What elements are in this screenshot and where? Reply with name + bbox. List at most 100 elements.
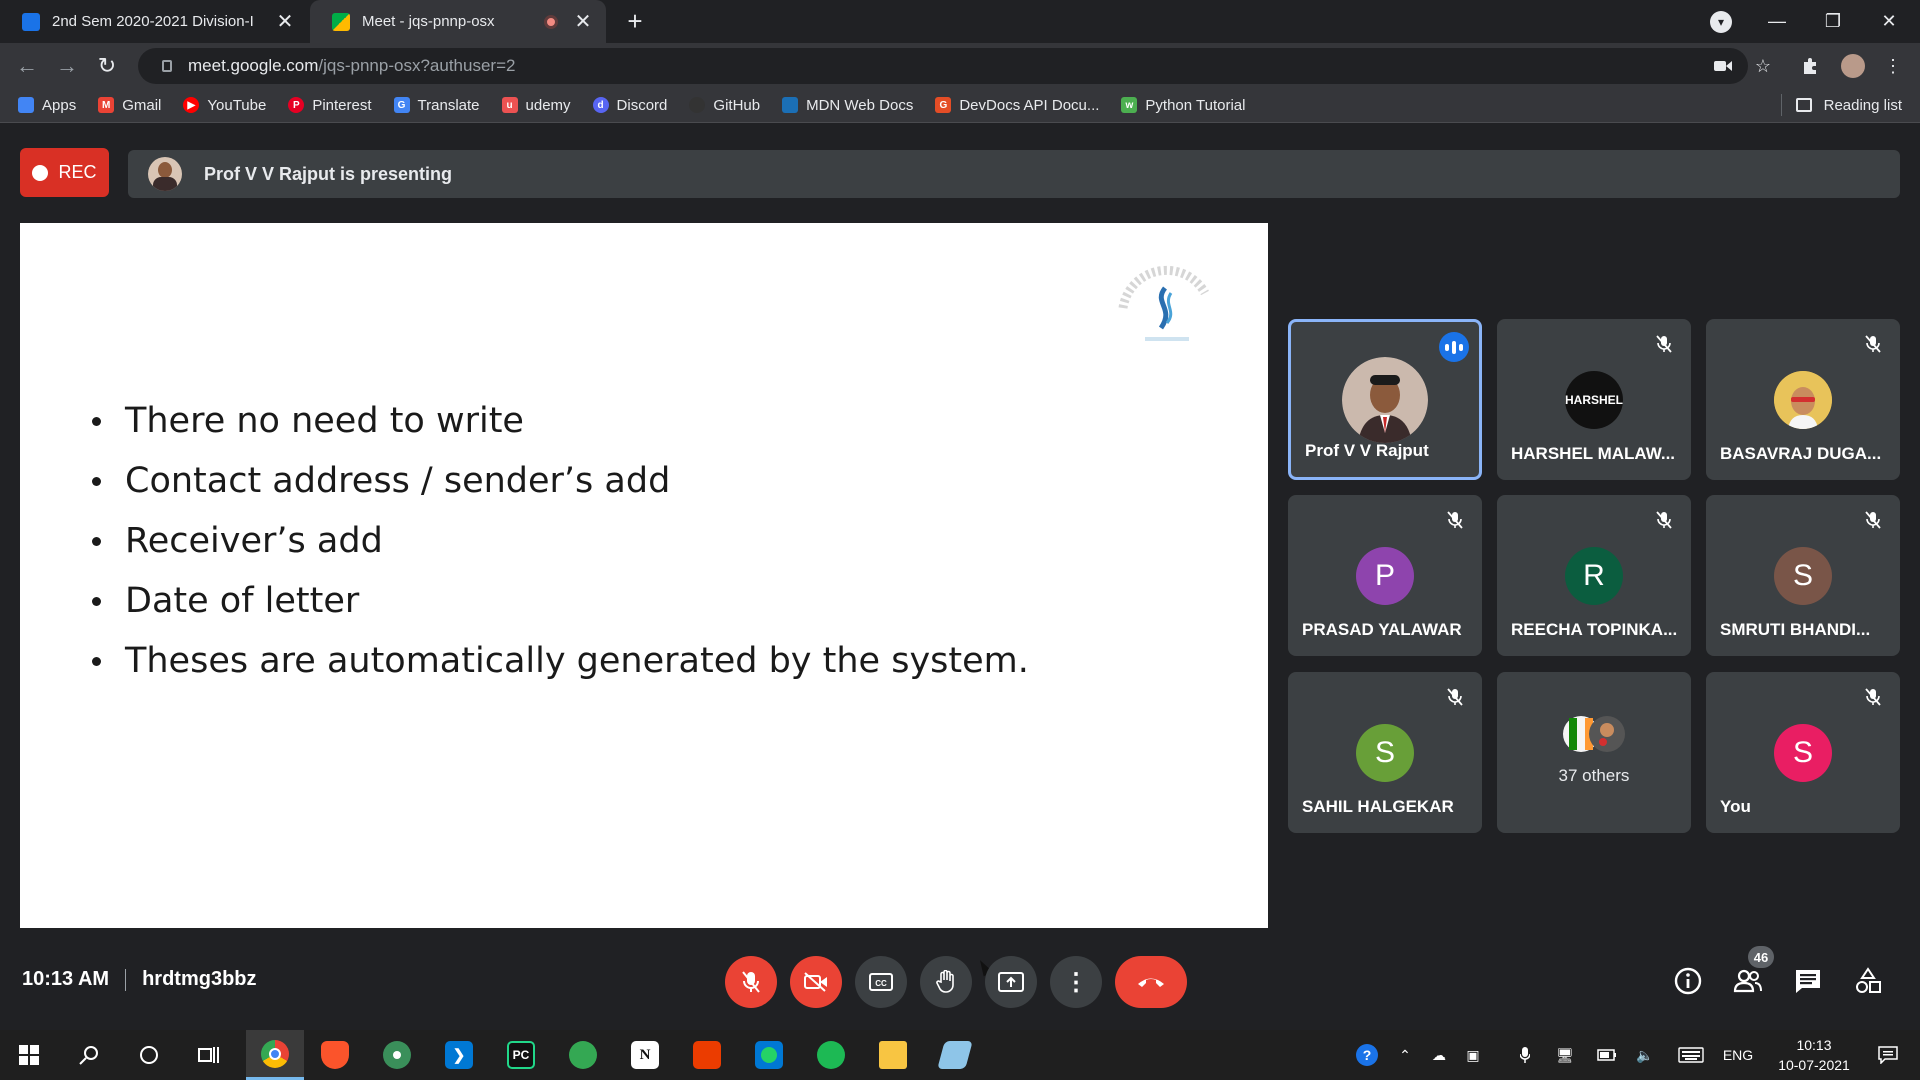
- taskbar-app-whatsapp[interactable]: [740, 1030, 798, 1080]
- close-window-icon[interactable]: ✕: [1862, 0, 1916, 43]
- meeting-info: 10:13 AM hrdtmg3bbz: [22, 968, 257, 991]
- address-bar[interactable]: meet.google.com/jqs-pnnp-osx?authuser=2: [138, 48, 1748, 84]
- minimize-icon[interactable]: —: [1750, 0, 1804, 43]
- participant-tile[interactable]: R REECHA TOPINKA...: [1497, 495, 1691, 656]
- tab-search-icon[interactable]: ▾: [1710, 11, 1732, 33]
- close-tab-icon[interactable]: ✕: [572, 9, 594, 34]
- taskbar-app-file-explorer[interactable]: [864, 1030, 922, 1080]
- task-view-button[interactable]: [180, 1030, 238, 1080]
- closed-captions-icon: CC: [869, 973, 893, 991]
- bookmark-star-icon[interactable]: ☆: [1750, 53, 1776, 79]
- taskbar-app-chrome[interactable]: [246, 1030, 304, 1080]
- more-options-button[interactable]: ⋮: [1050, 956, 1102, 1008]
- taskbar-app-atom[interactable]: [368, 1030, 426, 1080]
- reload-icon[interactable]: ↻: [92, 51, 122, 81]
- security-tray-icon[interactable]: ▣: [1458, 1030, 1488, 1080]
- url-path: /jqs-pnnp-osx?authuser=2: [318, 56, 516, 75]
- recording-indicator-icon: [544, 14, 558, 29]
- gmail-icon: M: [98, 97, 115, 113]
- bookmark-label: MDN Web Docs: [806, 96, 914, 114]
- more-vert-icon: ⋮: [1064, 968, 1088, 996]
- taskbar-app-pycharm[interactable]: PC: [492, 1030, 550, 1080]
- bookmark-label: udemy: [525, 96, 571, 114]
- bookmark-mdn[interactable]: MDN Web Docs: [782, 97, 913, 114]
- notifications-icon[interactable]: [1866, 1030, 1910, 1080]
- participant-tile[interactable]: S SAHIL HALGEKAR: [1288, 672, 1482, 833]
- participant-tile[interactable]: BASAVRAJ DUGA...: [1706, 319, 1900, 480]
- volume-icon[interactable]: 🔈: [1630, 1030, 1660, 1080]
- taskbar-app-spotify[interactable]: [802, 1030, 860, 1080]
- cortana-button[interactable]: [120, 1030, 178, 1080]
- bookmark-pinterest[interactable]: P Pinterest: [288, 97, 372, 114]
- participant-tile[interactable]: P PRASAD YALAWAR: [1288, 495, 1482, 656]
- speaking-indicator-icon: [1439, 332, 1469, 362]
- participant-avatar: S: [1774, 724, 1832, 782]
- people-icon: [1733, 969, 1762, 993]
- presentation-slide: There no need to write Contact address /…: [20, 223, 1268, 977]
- browser-tab-classroom[interactable]: 2nd Sem 2020-2021 Division-I ✕: [0, 0, 308, 43]
- leave-call-button[interactable]: [1115, 956, 1187, 1008]
- raise-hand-button[interactable]: [920, 956, 972, 1008]
- back-icon[interactable]: ←: [12, 51, 42, 81]
- participant-avatar: [1342, 357, 1428, 443]
- new-tab-button[interactable]: +: [620, 6, 650, 37]
- whatsapp-icon: [755, 1041, 783, 1069]
- network-icon[interactable]: 🖥: [1550, 1030, 1580, 1080]
- mic-toggle-button[interactable]: [725, 956, 777, 1008]
- onedrive-icon[interactable]: ☁: [1424, 1030, 1454, 1080]
- url-host: meet.google.com: [188, 56, 319, 75]
- windows-logo-icon: [19, 1045, 39, 1065]
- browser-tab-meet[interactable]: Meet - jqs-pnnp-osx ✕: [310, 0, 606, 43]
- help-tray-icon[interactable]: ?: [1352, 1030, 1382, 1080]
- captions-button[interactable]: CC: [855, 956, 907, 1008]
- taskbar-app-other[interactable]: [926, 1030, 984, 1080]
- show-hidden-icons-icon[interactable]: ⌃: [1392, 1030, 1418, 1080]
- taskbar-app-notion[interactable]: N: [616, 1030, 674, 1080]
- participant-tile-you[interactable]: S You: [1706, 672, 1900, 833]
- extensions-icon[interactable]: [1797, 53, 1823, 79]
- forward-icon[interactable]: →: [52, 51, 82, 81]
- profile-avatar[interactable]: [1840, 53, 1866, 79]
- battery-icon[interactable]: [1592, 1030, 1622, 1080]
- bookmark-apps[interactable]: Apps: [18, 97, 76, 114]
- touch-keyboard-icon[interactable]: [1674, 1030, 1708, 1080]
- reading-list-button[interactable]: Reading list: [1780, 88, 1902, 122]
- participant-name: REECHA TOPINKA...: [1511, 620, 1678, 639]
- bookmark-discord[interactable]: d Discord: [592, 97, 667, 114]
- camera-in-use-icon[interactable]: [1710, 53, 1736, 79]
- bookmark-python-tutorial[interactable]: w Python Tutorial: [1121, 97, 1245, 114]
- bookmark-gmail[interactable]: M Gmail: [98, 97, 161, 114]
- search-button[interactable]: [60, 1030, 118, 1080]
- bookmark-translate[interactable]: G Translate: [393, 97, 480, 114]
- taskbar-clock[interactable]: 10:13 10-07-2021: [1764, 1035, 1864, 1075]
- browser-menu-icon[interactable]: ⋮: [1880, 53, 1906, 79]
- bookmark-github[interactable]: GitHub: [689, 97, 760, 114]
- restore-icon[interactable]: ❐: [1806, 0, 1860, 43]
- bookmark-youtube[interactable]: ▶ YouTube: [183, 97, 266, 114]
- participant-tile-prof-rajput[interactable]: Prof V V Rajput: [1288, 319, 1482, 480]
- participant-name: You: [1720, 797, 1751, 816]
- close-tab-icon[interactable]: ✕: [274, 9, 296, 34]
- present-screen-icon: [998, 972, 1024, 992]
- participant-tile-others[interactable]: 37 others: [1497, 672, 1691, 833]
- participant-tile[interactable]: HARSHEL HARSHEL MALAW...: [1497, 319, 1691, 480]
- language-indicator[interactable]: ENG: [1718, 1030, 1758, 1080]
- show-everyone-button[interactable]: [1731, 964, 1765, 998]
- recording-badge[interactable]: REC: [20, 148, 109, 197]
- chat-button[interactable]: [1791, 964, 1825, 998]
- taskbar-app-office[interactable]: [678, 1030, 736, 1080]
- microphone-tray-icon[interactable]: [1512, 1030, 1538, 1080]
- bookmarks-bar: Apps M Gmail ▶ YouTube P Pinterest G Transla…: [0, 88, 1920, 123]
- bookmark-udemy[interactable]: u udemy: [501, 96, 571, 114]
- camera-toggle-button[interactable]: [790, 956, 842, 1008]
- present-now-button[interactable]: [985, 956, 1037, 1008]
- participant-name: PRASAD YALAWAR: [1302, 620, 1462, 639]
- activities-button[interactable]: [1851, 964, 1885, 998]
- taskbar-app-brave[interactable]: [306, 1030, 364, 1080]
- meeting-details-button[interactable]: [1671, 964, 1705, 998]
- taskbar-app-maps[interactable]: [554, 1030, 612, 1080]
- bookmark-devdocs[interactable]: G DevDocs API Docu...: [935, 97, 1099, 114]
- participant-tile[interactable]: S SMRUTI BHANDI...: [1706, 495, 1900, 656]
- taskbar-app-vscode[interactable]: ❯: [430, 1030, 488, 1080]
- start-button[interactable]: [0, 1030, 58, 1080]
